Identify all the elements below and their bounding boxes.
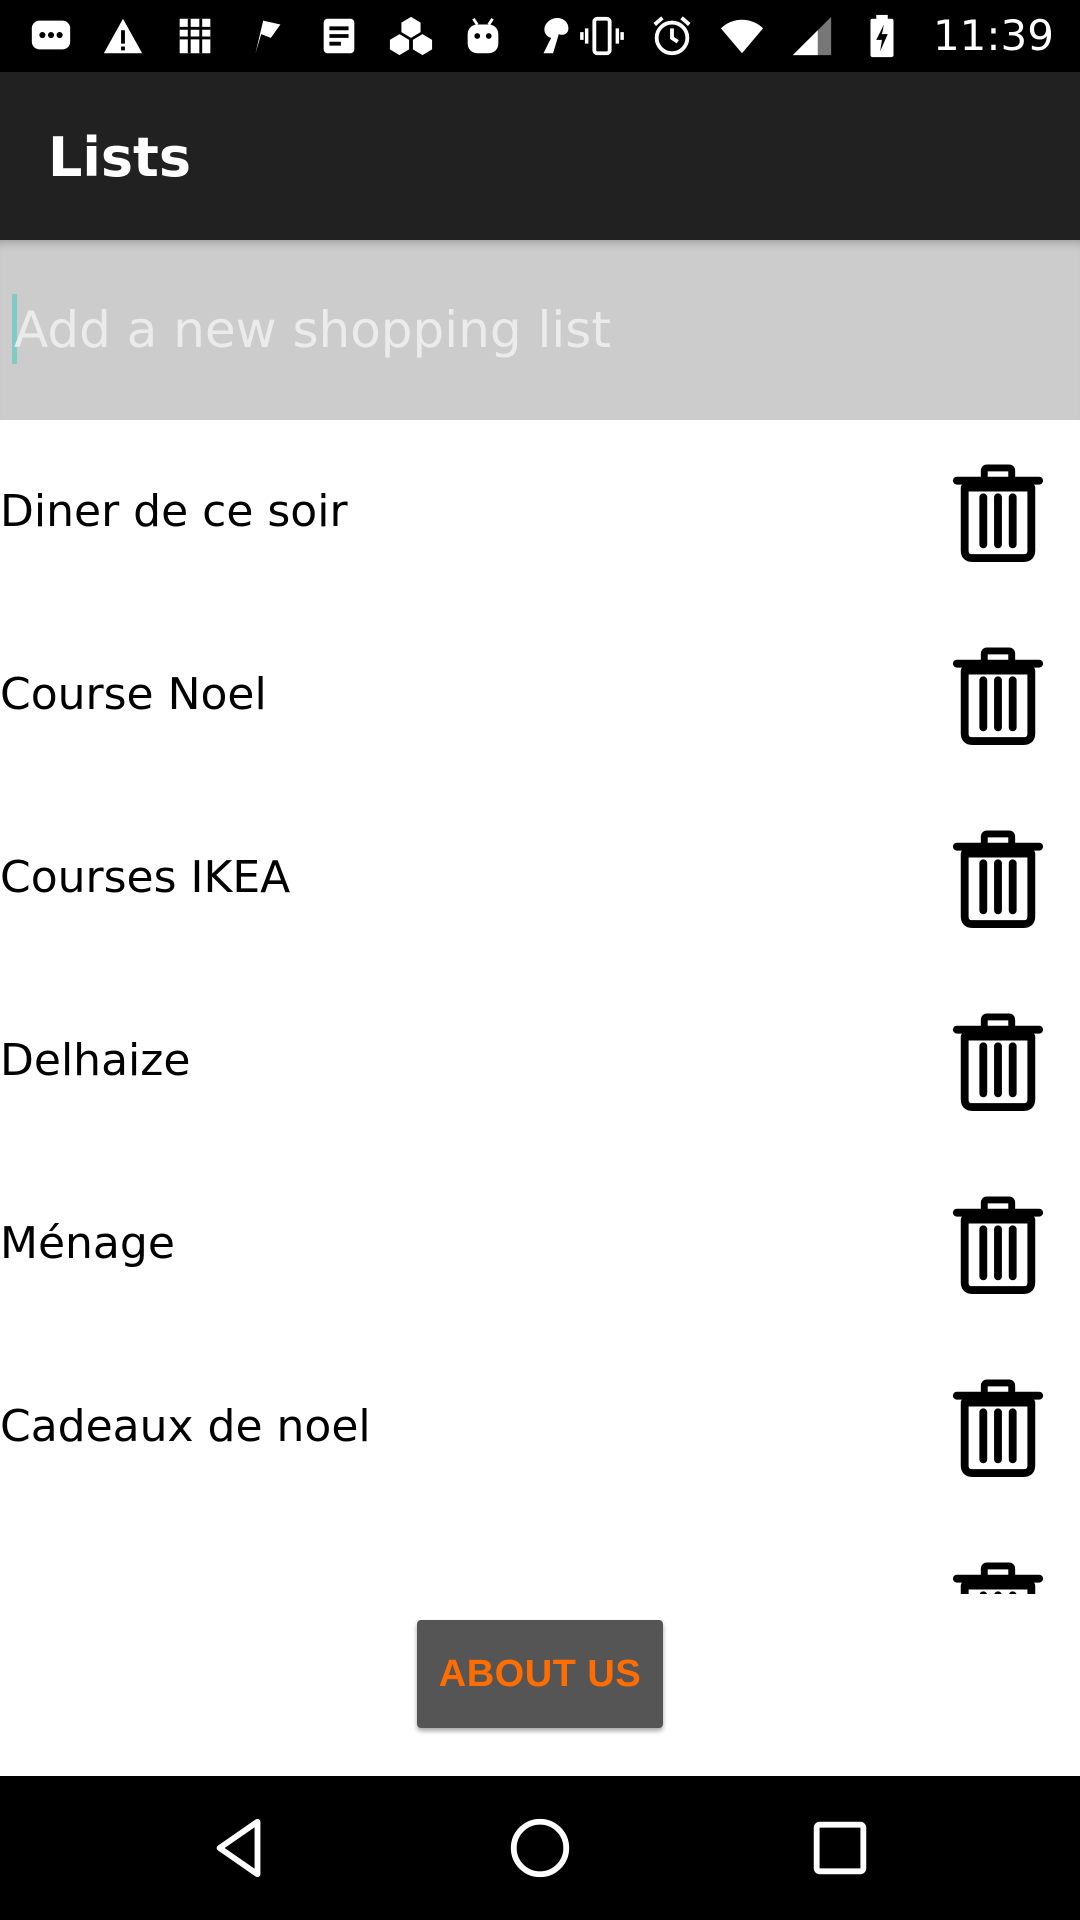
- battery-charging-icon: [857, 11, 907, 61]
- delete-list-button[interactable]: [948, 824, 1048, 934]
- list-item-label: Courses IKEA: [0, 852, 291, 903]
- delete-list-button[interactable]: [948, 1190, 1048, 1300]
- alarm-icon: [647, 11, 697, 61]
- page-title: Lists: [48, 126, 192, 189]
- notification-icons: [26, 10, 580, 62]
- list-item-label: Course Noel: [0, 669, 267, 720]
- trash-icon: [952, 1562, 1044, 1594]
- back-icon: [216, 1818, 261, 1878]
- trash-icon: [952, 1379, 1044, 1477]
- system-icons: 11:39: [577, 10, 1054, 62]
- back-button[interactable]: [190, 1798, 290, 1898]
- hexagons-icon: [386, 11, 436, 61]
- trash-icon: [952, 830, 1044, 928]
- delete-list-button[interactable]: [948, 1007, 1048, 1117]
- recents-icon: [813, 1821, 867, 1875]
- new-list-input[interactable]: [14, 280, 1054, 380]
- flag-icon: [242, 11, 292, 61]
- list-item[interactable]: Diner de ce soir: [0, 420, 1080, 603]
- wifi-icon: [717, 11, 767, 61]
- delete-list-button[interactable]: [948, 1556, 1048, 1594]
- home-icon: [510, 1818, 570, 1878]
- clock-time: 11:39: [932, 11, 1054, 60]
- list-item[interactable]: Courses IKEA: [0, 786, 1080, 969]
- list-item[interactable]: Course Noel: [0, 603, 1080, 786]
- list-item[interactable]: [0, 1518, 1080, 1594]
- signal-icon: [787, 11, 837, 61]
- trash-icon: [952, 1196, 1044, 1294]
- scan-icon: [170, 11, 220, 61]
- about-us-button[interactable]: ABOUT US: [417, 1620, 663, 1728]
- list-item-label: Delhaize: [0, 1035, 191, 1086]
- navigation-bar: [0, 1776, 1080, 1920]
- list-item-label: Cadeaux de noel: [0, 1401, 371, 1452]
- message-icon: [26, 11, 76, 61]
- vibrate-icon: [577, 11, 627, 61]
- status-bar: 11:39: [0, 0, 1080, 72]
- trash-icon: [952, 464, 1044, 562]
- delete-list-button[interactable]: [948, 641, 1048, 751]
- list-item[interactable]: Cadeaux de noel: [0, 1335, 1080, 1518]
- note-icon: [314, 11, 364, 61]
- recents-button[interactable]: [790, 1798, 890, 1898]
- tool-icon: [530, 11, 580, 61]
- app-bar: Lists: [0, 72, 1080, 240]
- list-item[interactable]: Delhaize: [0, 969, 1080, 1152]
- delete-list-button[interactable]: [948, 1373, 1048, 1483]
- delete-list-button[interactable]: [948, 458, 1048, 568]
- list-item-label: Diner de ce soir: [0, 486, 348, 537]
- trash-icon: [952, 647, 1044, 745]
- warning-icon: [98, 11, 148, 61]
- list-item-label: Ménage: [0, 1218, 175, 1269]
- new-list-bar: [0, 240, 1080, 420]
- trash-icon: [952, 1013, 1044, 1111]
- home-button[interactable]: [490, 1798, 590, 1898]
- shopping-lists[interactable]: Diner de ce soir Course Noel Courses IKEA D…: [0, 420, 1080, 1594]
- android-icon: [458, 11, 508, 61]
- list-item[interactable]: Ménage: [0, 1152, 1080, 1335]
